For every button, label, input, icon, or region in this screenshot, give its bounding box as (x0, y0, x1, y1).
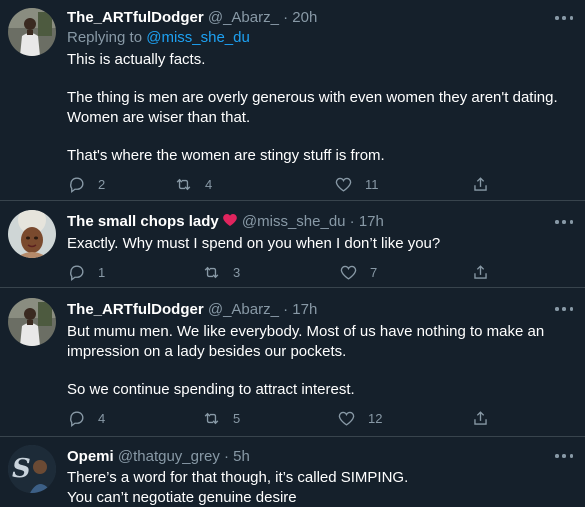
retweet-icon (204, 266, 219, 278)
tweet-4[interactable]: S Opemi @thatguy_grey · 5h There’s a wor… (0, 437, 585, 507)
retweet-button[interactable]: 5 (202, 408, 240, 428)
avatar[interactable] (8, 8, 56, 56)
avatar[interactable] (8, 210, 56, 258)
like-icon (338, 411, 355, 426)
username[interactable]: @miss_she_du (242, 213, 346, 230)
tweet-1[interactable]: The_ARTfulDodger @_Abarz_ · 20h Replying… (0, 0, 585, 200)
tweet-text: Exactly. Why must I spend on you when I … (67, 234, 572, 254)
tweet-header: The_ARTfulDodger @_Abarz_ · 17h (67, 300, 317, 320)
avatar[interactable]: S (8, 445, 56, 493)
tweet-actions: 4 5 12 (67, 408, 497, 428)
more-icon[interactable] (555, 213, 573, 231)
tweet-text: There’s a word for that though, it’s cal… (67, 468, 572, 507)
more-icon[interactable] (555, 447, 573, 465)
retweet-icon (204, 412, 219, 424)
tweet-3[interactable]: The_ARTfulDodger @_Abarz_ · 17h But mumu… (0, 288, 585, 436)
tweet-actions: 2 4 11 (67, 174, 497, 194)
username[interactable]: @thatguy_grey (118, 448, 220, 465)
separator-dot: · (283, 9, 289, 26)
tweet-paragraph: So we continue spending to attract inter… (67, 381, 355, 398)
display-name[interactable]: The small chops lady (67, 213, 219, 230)
share-button[interactable] (471, 408, 490, 428)
retweet-count: 5 (233, 410, 241, 426)
retweet-count: 3 (233, 264, 241, 280)
tweet-header: The_ARTfulDodger @_Abarz_ · 20h (67, 8, 317, 28)
retweet-button[interactable]: 3 (202, 262, 240, 282)
tweet-line: You can’t negotiate genuine desire (67, 489, 297, 506)
like-button[interactable]: 12 (337, 408, 382, 428)
tweet-paragraph: But mumu men. We like everybody. Most of… (67, 323, 545, 360)
heart-emoji-icon (222, 214, 237, 226)
reply-count: 4 (98, 410, 106, 426)
share-button[interactable] (471, 174, 490, 194)
timestamp[interactable]: 17h (292, 301, 317, 318)
replying-to: Replying to @miss_she_du (67, 28, 250, 48)
separator-dot: · (283, 301, 289, 318)
timestamp[interactable]: 5h (233, 448, 250, 465)
share-icon (474, 176, 487, 191)
display-name[interactable]: The_ARTfulDodger (67, 301, 204, 318)
tweet-actions: 1 3 7 (67, 262, 497, 282)
share-icon (474, 410, 487, 425)
like-count: 11 (365, 176, 379, 192)
reply-button[interactable]: 1 (67, 262, 105, 282)
tweet-line: There’s a word for that though, it’s cal… (67, 469, 409, 486)
timestamp[interactable]: 20h (292, 9, 317, 26)
tweet-2[interactable]: The small chops lady @miss_she_du · 17h … (0, 201, 585, 287)
reply-count: 2 (98, 176, 106, 192)
share-button[interactable] (471, 262, 490, 282)
tweet-paragraph: Exactly. Why must I spend on you when I … (67, 235, 441, 252)
replying-mention-link[interactable]: @miss_she_du (146, 29, 250, 46)
reply-count: 1 (98, 264, 106, 280)
separator-dot: · (223, 448, 229, 465)
separator-dot: · (349, 213, 355, 230)
retweet-icon (176, 178, 191, 190)
tweet-text: But mumu men. We like everybody. Most of… (67, 322, 572, 400)
tweet-paragraph: This is actually facts. (67, 51, 206, 68)
reply-button[interactable]: 4 (67, 408, 105, 428)
tweet-paragraph: The thing is men are overly generous wit… (67, 89, 558, 126)
tweet-header: The small chops lady @miss_she_du · 17h (67, 212, 384, 232)
replying-label: Replying to (67, 29, 143, 46)
username[interactable]: @_Abarz_ (208, 9, 279, 26)
display-name[interactable]: The_ARTfulDodger (67, 9, 204, 26)
tweet-header: Opemi @thatguy_grey · 5h (67, 447, 250, 467)
display-name[interactable]: Opemi (67, 448, 114, 465)
avatar[interactable] (8, 298, 56, 346)
share-icon (474, 264, 487, 279)
like-count: 7 (370, 264, 378, 280)
reply-icon (70, 176, 84, 193)
like-icon (335, 177, 352, 192)
more-icon[interactable] (555, 300, 573, 318)
like-count: 12 (368, 410, 383, 426)
like-icon (340, 265, 357, 280)
tweet-text: This is actually facts. The thing is men… (67, 50, 572, 166)
timestamp[interactable]: 17h (359, 213, 384, 230)
reply-icon (70, 264, 84, 281)
retweet-button[interactable]: 4 (174, 174, 212, 194)
svg-text:S: S (12, 454, 31, 484)
username[interactable]: @_Abarz_ (208, 301, 279, 318)
more-icon[interactable] (555, 9, 573, 27)
like-button[interactable]: 11 (334, 174, 379, 194)
retweet-count: 4 (205, 176, 213, 192)
like-button[interactable]: 7 (339, 262, 377, 282)
tweet-paragraph: That's where the women are stingy stuff … (67, 147, 385, 164)
reply-button[interactable]: 2 (67, 174, 105, 194)
reply-icon (70, 410, 84, 427)
